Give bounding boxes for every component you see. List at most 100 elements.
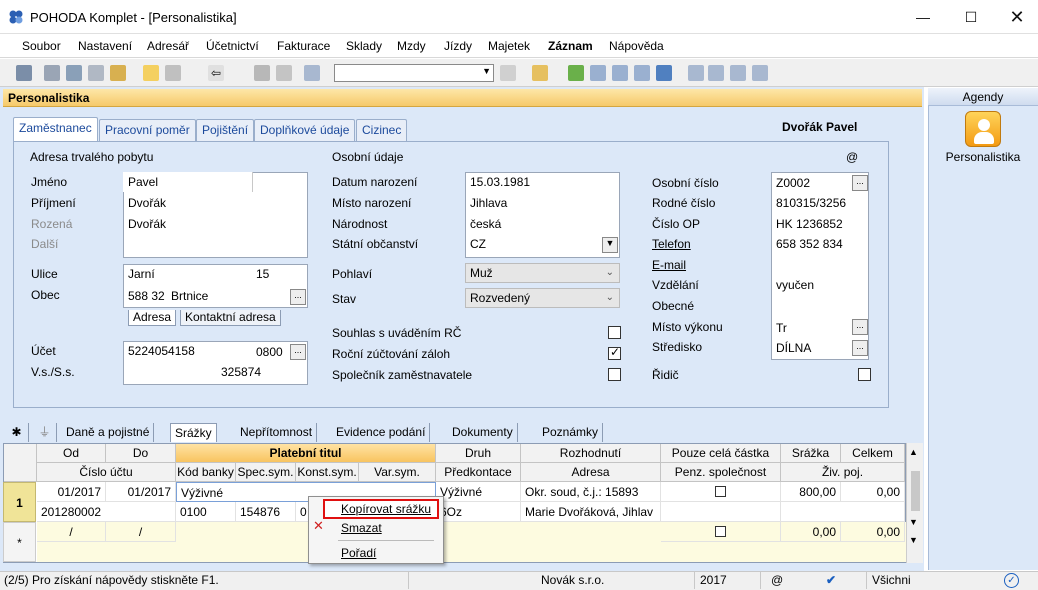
details-icon[interactable] [708, 65, 724, 81]
row1-druh[interactable]: Výživné [436, 482, 521, 502]
obec-value[interactable]: Brtnice [171, 289, 208, 303]
col-penz-spolecnost[interactable]: Penz. společnost [661, 463, 781, 482]
menu-sklady[interactable]: Sklady [346, 39, 382, 53]
datum-value[interactable]: 15.03.1981 [470, 175, 530, 189]
misto-vykonu-lookup-button[interactable]: ... [852, 319, 868, 335]
col-do[interactable]: Do [106, 444, 176, 463]
back-icon[interactable]: ⇦ [208, 65, 224, 81]
telefon-value[interactable]: 658 352 834 [776, 237, 843, 251]
rodne-cislo-value[interactable]: 810315/3256 [776, 196, 846, 210]
ucet-value[interactable]: 5224054158 [128, 344, 195, 358]
col-od[interactable]: Od [37, 444, 106, 463]
col-srazka[interactable]: Srážka [781, 444, 841, 463]
scroll-bottom-icon[interactable]: ▼ [909, 535, 918, 545]
row1-cislo-uctu[interactable]: 201280002 [37, 502, 176, 522]
menu-nastaveni[interactable]: Nastavení [78, 39, 132, 53]
new-row-pouze-cela-checkbox[interactable] [715, 526, 726, 537]
menu-ucetnictvi[interactable]: Účetnictví [206, 39, 259, 53]
print-icon[interactable] [88, 65, 104, 81]
row1-kod-banky[interactable]: 0100 [176, 502, 236, 522]
stredisko-value[interactable]: DÍLNA [776, 341, 811, 355]
col-pouze-cela-castka[interactable]: Pouze celá částka [661, 444, 781, 463]
col-rozhodnuti[interactable]: Rozhodnutí [521, 444, 661, 463]
pohlavi-select[interactable]: Muž ⌄ [465, 263, 620, 283]
menu-zaznam[interactable]: Záznam [548, 39, 593, 53]
col-celkem[interactable]: Celkem [841, 444, 905, 463]
osobni-cislo-value[interactable]: Z0002 [776, 176, 810, 190]
email-link[interactable]: E-mail [652, 258, 686, 272]
souhlas-checkbox[interactable] [608, 326, 621, 339]
list-icon[interactable] [688, 65, 704, 81]
row1-penz-spolecnost[interactable] [661, 502, 781, 522]
scroll-thumb[interactable] [911, 471, 920, 511]
col-spec-sym[interactable]: Spec.sym. [236, 463, 296, 482]
grid-scrollbar[interactable]: ▲ ▼ ▼ [906, 443, 923, 563]
bank-lookup-button[interactable]: ... [290, 344, 306, 360]
open-icon[interactable] [44, 65, 60, 81]
edit-icon[interactable] [165, 65, 181, 81]
filter-select[interactable]: ▼ [334, 64, 494, 82]
stav-select[interactable]: Rozvedený ⌄ [465, 288, 620, 308]
money-icon[interactable] [568, 65, 584, 81]
col-druh[interactable]: Druh [436, 444, 521, 463]
menu-item-kopirovat-srazku[interactable]: Kopírovat srážku [341, 502, 431, 516]
minimize-icon[interactable]: — [900, 0, 946, 34]
ulice-value[interactable]: Jarní [128, 267, 155, 281]
star-tab-icon[interactable]: ✱ [5, 423, 29, 442]
row1-celkem[interactable]: 0,00 [841, 482, 905, 502]
help-icon[interactable] [752, 65, 768, 81]
tab-srazky[interactable]: Srážky [170, 423, 217, 442]
col-konst-sym[interactable]: Konst.sym. [296, 463, 359, 482]
menu-adresar[interactable]: Adresář [147, 39, 189, 53]
close-icon[interactable]: ✕ [994, 0, 1038, 34]
col-predkontace[interactable]: Předkontace [436, 463, 521, 482]
misto-value[interactable]: Jihlava [470, 196, 507, 210]
exit-icon[interactable] [16, 65, 32, 81]
tab-cizinec[interactable]: Cizinec [356, 119, 408, 141]
col-cislo-uctu[interactable]: Číslo účtu [37, 463, 176, 482]
subtab-adresa[interactable]: Adresa [128, 310, 177, 326]
rocni-zuctovani-checkbox[interactable] [608, 345, 621, 360]
misto-vykonu-value[interactable]: Tr [776, 321, 787, 335]
col-ziv-poj[interactable]: Živ. poj. [781, 463, 905, 482]
col-adresa[interactable]: Adresa [521, 463, 661, 482]
new-row-celkem[interactable]: 0,00 [841, 522, 905, 542]
row1-rozhodnuti[interactable]: Okr. soud, č.j.: 15893 [521, 482, 661, 502]
cislo-value[interactable]: 15 [256, 267, 269, 281]
osobni-lookup-button[interactable]: ... [852, 175, 868, 191]
row1-predkontace[interactable]: 6Oz [436, 502, 521, 522]
col-var-sym[interactable]: Var.sym. [359, 463, 436, 482]
personalistika-icon[interactable] [965, 111, 1001, 147]
row1-spec-sym[interactable]: 154876 [236, 502, 296, 522]
tab-evidence-podani[interactable]: Evidence podání [332, 423, 431, 442]
row1-do[interactable]: 01/2017 [106, 482, 176, 502]
tab-nepritomnost[interactable]: Nepřítomnost [236, 423, 318, 442]
new-record-icon[interactable] [143, 65, 159, 81]
report-icon[interactable] [730, 65, 746, 81]
col-platebni-titul[interactable]: Platební titul [176, 444, 436, 463]
row1-od[interactable]: 01/2017 [37, 482, 106, 502]
menu-fakturace[interactable]: Fakturace [277, 39, 330, 53]
row-number[interactable]: 1 [3, 482, 36, 522]
new-row-od[interactable]: / [37, 522, 106, 542]
iban-icon[interactable] [656, 65, 672, 81]
row1-pouze-cela-checkbox[interactable] [715, 486, 726, 497]
menu-napoveda[interactable]: Nápověda [609, 39, 664, 53]
cislo-op-value[interactable]: HK 1236852 [776, 217, 843, 231]
address-lookup-button[interactable]: ... [290, 289, 306, 305]
table-icon[interactable] [612, 65, 628, 81]
tab-dokumenty[interactable]: Dokumenty [448, 423, 518, 442]
obcanstvi-value[interactable]: CZ [470, 237, 486, 251]
save-icon[interactable] [254, 65, 270, 81]
psc-value[interactable]: 588 32 [128, 289, 165, 303]
subtab-kontaktni-adresa[interactable]: Kontaktní adresa [180, 310, 281, 326]
prijmeni-value[interactable]: Dvořák [128, 196, 166, 210]
print-preview-icon[interactable] [66, 65, 82, 81]
maximize-icon[interactable]: ☐ [948, 0, 994, 34]
kod-banky-value[interactable]: 0800 [256, 345, 283, 359]
row1-srazka[interactable]: 800,00 [781, 482, 841, 502]
vzdelani-value[interactable]: vyučen [776, 278, 814, 292]
tab-zamestnanec[interactable]: Zaměstnanec [13, 117, 98, 142]
row1-ziv-poj[interactable] [781, 502, 905, 522]
export-icon[interactable] [110, 65, 126, 81]
